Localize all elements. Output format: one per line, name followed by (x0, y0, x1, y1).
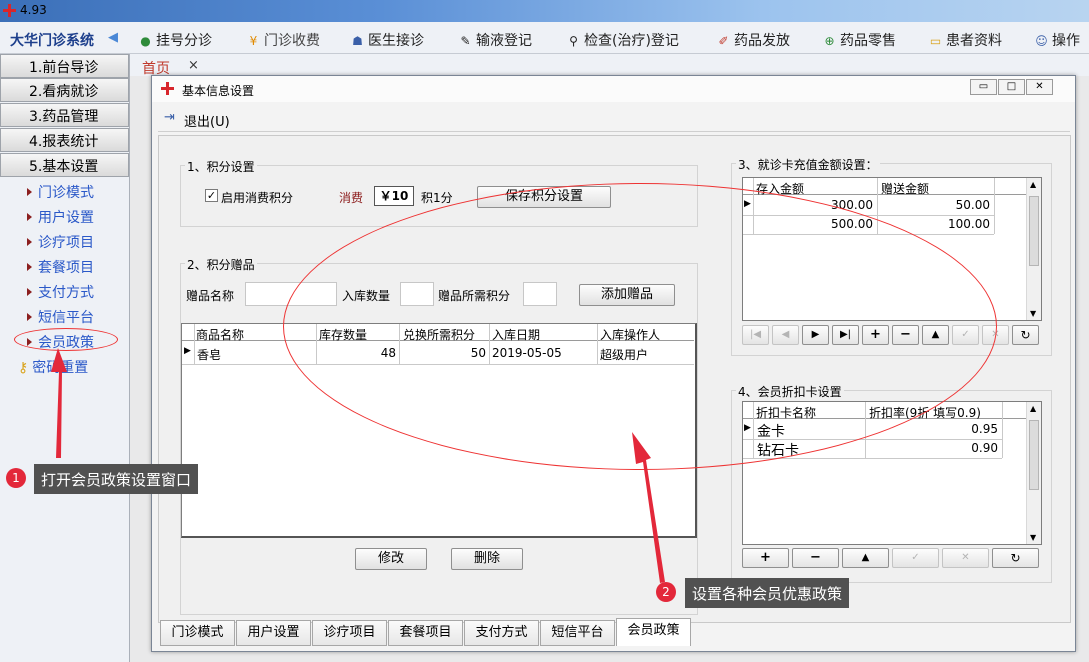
arrow-icon (632, 432, 665, 583)
arrow-icon (51, 348, 67, 458)
step-callout: 打开会员政策设置窗口 (34, 464, 199, 494)
step-callout: 设置各种会员优惠政策 (685, 578, 850, 608)
step-badge: 2 (656, 582, 676, 602)
step-badge: 1 (6, 468, 26, 488)
annotation-arrows (51, 348, 665, 583)
